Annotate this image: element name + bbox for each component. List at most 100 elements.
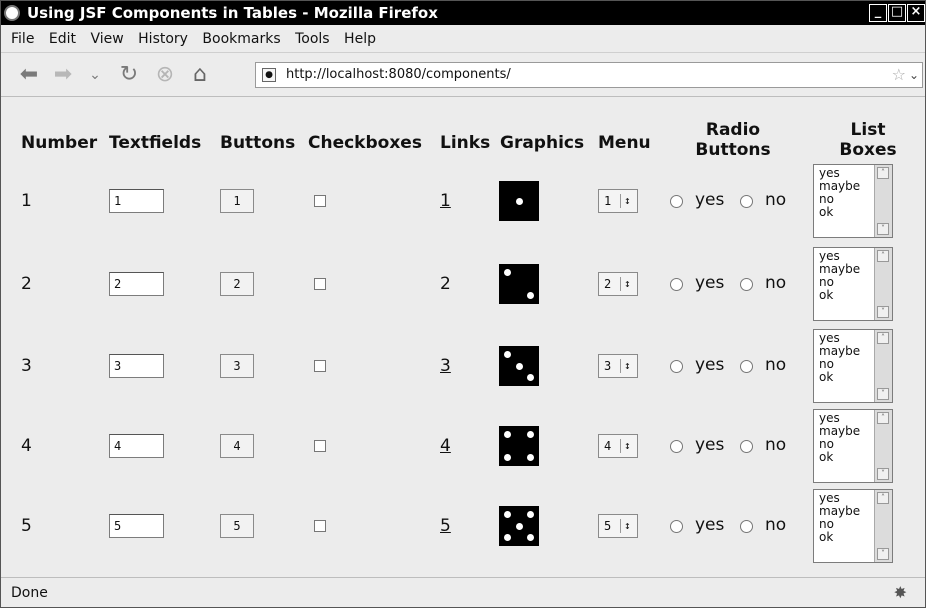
list-box-option[interactable]: ok xyxy=(819,206,860,219)
list-box-scrollbar[interactable]: ˄ ˅ xyxy=(874,330,892,402)
scroll-down-icon[interactable]: ˅ xyxy=(877,548,889,560)
radio-yes[interactable] xyxy=(670,520,683,533)
dice-pip xyxy=(526,373,534,381)
radio-yes[interactable] xyxy=(670,360,683,373)
back-icon[interactable]: ⬅ xyxy=(17,63,41,87)
menu-select-value: 1 xyxy=(604,194,612,208)
dice-pip xyxy=(526,291,534,299)
textfield-input[interactable]: 4 xyxy=(109,434,164,458)
table-button[interactable]: 2 xyxy=(220,272,254,296)
url-bar[interactable]: ● http://localhost:8080/components/ ☆ ⌄ xyxy=(255,62,923,88)
table-button[interactable]: 4 xyxy=(220,434,254,458)
radio-yes[interactable] xyxy=(670,195,683,208)
dice-pip xyxy=(504,533,512,541)
list-box[interactable]: yes maybe no ok ˄ ˅ xyxy=(813,489,893,563)
list-box-option[interactable]: ok xyxy=(819,371,860,384)
textfield-input[interactable]: 3 xyxy=(109,354,164,378)
menu-help[interactable]: Help xyxy=(344,25,376,53)
list-box-scrollbar[interactable]: ˄ ˅ xyxy=(874,410,892,482)
dice-pip xyxy=(526,453,534,461)
menu-select[interactable]: 4 ↕ xyxy=(598,434,638,458)
spinner-icon: ↕ xyxy=(624,194,631,207)
list-box-option[interactable]: ok xyxy=(819,289,860,302)
list-box-options: yes maybe no ok xyxy=(819,492,860,544)
menu-history[interactable]: History xyxy=(138,25,188,53)
scroll-up-icon[interactable]: ˄ xyxy=(877,250,889,262)
radio-no[interactable] xyxy=(740,278,753,291)
navigation-toolbar: ⬅ ➡ ⌄ ↻ ⊗ ⌂ ● http://localhost:8080/comp… xyxy=(1,53,925,97)
header-graphics: Graphics xyxy=(500,133,585,153)
radio-no-label: no xyxy=(765,515,787,535)
reload-icon[interactable]: ↻ xyxy=(117,63,141,87)
radio-no[interactable] xyxy=(740,360,753,373)
maximize-icon[interactable]: □ xyxy=(888,4,906,22)
scroll-up-icon[interactable]: ˄ xyxy=(877,332,889,344)
list-box-scrollbar[interactable]: ˄ ˅ xyxy=(874,248,892,320)
radio-yes-label: yes xyxy=(695,355,725,375)
table-link[interactable]: 3 xyxy=(440,356,451,376)
scroll-up-icon[interactable]: ˄ xyxy=(877,412,889,424)
menu-select[interactable]: 1 ↕ xyxy=(598,189,638,213)
table-button[interactable]: 1 xyxy=(220,189,254,213)
menu-select-value: 2 xyxy=(604,277,612,291)
table-link[interactable]: 4 xyxy=(440,436,451,456)
dice-pip xyxy=(504,269,512,277)
home-icon[interactable]: ⌂ xyxy=(188,63,212,87)
menu-edit[interactable]: Edit xyxy=(49,25,76,53)
row-number: 4 xyxy=(21,436,32,456)
menu-select-value: 5 xyxy=(604,519,612,533)
list-box[interactable]: yes maybe no ok ˄ ˅ xyxy=(813,164,893,238)
header-buttons: Buttons xyxy=(220,133,296,153)
list-box-scrollbar[interactable]: ˄ ˅ xyxy=(874,490,892,562)
scroll-up-icon[interactable]: ˄ xyxy=(877,167,889,179)
bookmark-star-icon[interactable]: ☆ xyxy=(892,63,906,87)
textfield-input[interactable]: 5 xyxy=(109,514,164,538)
header-textfields: Textfields xyxy=(109,133,202,153)
scroll-down-icon[interactable]: ˅ xyxy=(877,223,889,235)
textfield-input[interactable]: 2 xyxy=(109,272,164,296)
radio-no[interactable] xyxy=(740,195,753,208)
radio-yes[interactable] xyxy=(670,278,683,291)
checkbox[interactable] xyxy=(314,195,326,207)
radio-no[interactable] xyxy=(740,520,753,533)
menu-view[interactable]: View xyxy=(90,25,123,53)
menu-select[interactable]: 5 ↕ xyxy=(598,514,638,538)
scroll-up-icon[interactable]: ˄ xyxy=(877,492,889,504)
radio-no[interactable] xyxy=(740,440,753,453)
checkbox[interactable] xyxy=(314,440,326,452)
menu-bookmarks[interactable]: Bookmarks xyxy=(202,25,280,53)
textfield-input[interactable]: 1 xyxy=(109,189,164,213)
menu-select[interactable]: 3 ↕ xyxy=(598,354,638,378)
table-link[interactable]: 1 xyxy=(440,191,451,211)
checkbox[interactable] xyxy=(314,360,326,372)
scroll-down-icon[interactable]: ˅ xyxy=(877,388,889,400)
menu-select-value: 3 xyxy=(604,359,612,373)
table-button[interactable]: 5 xyxy=(220,514,254,538)
list-box[interactable]: yes maybe no ok ˄ ˅ xyxy=(813,247,893,321)
radio-yes[interactable] xyxy=(670,440,683,453)
menu-tools[interactable]: Tools xyxy=(295,25,330,53)
history-dropdown-icon[interactable]: ⌄ xyxy=(83,63,107,87)
menu-file[interactable]: File xyxy=(11,25,34,53)
forward-icon[interactable]: ➡ xyxy=(51,63,75,87)
list-box-option[interactable]: ok xyxy=(819,451,860,464)
checkbox[interactable] xyxy=(314,520,326,532)
menu-select[interactable]: 2 ↕ xyxy=(598,272,638,296)
scroll-down-icon[interactable]: ˅ xyxy=(877,468,889,480)
list-box-option[interactable]: ok xyxy=(819,531,860,544)
row-number: 5 xyxy=(21,516,32,536)
table-link[interactable]: 2 xyxy=(440,274,451,294)
list-box-scrollbar[interactable]: ˄ ˅ xyxy=(874,165,892,237)
list-box[interactable]: yes maybe no ok ˄ ˅ xyxy=(813,409,893,483)
list-box[interactable]: yes maybe no ok ˄ ˅ xyxy=(813,329,893,403)
table-button[interactable]: 3 xyxy=(220,354,254,378)
checkbox[interactable] xyxy=(314,278,326,290)
table-link[interactable]: 5 xyxy=(440,516,451,536)
close-icon[interactable]: × xyxy=(907,4,925,22)
page-content: Number Textfields Buttons Checkboxes Lin… xyxy=(1,98,925,576)
radio-yes-label: yes xyxy=(695,273,725,293)
stop-icon[interactable]: ⊗ xyxy=(153,63,177,87)
scroll-down-icon[interactable]: ˅ xyxy=(877,306,889,318)
minimize-icon[interactable]: _ xyxy=(869,4,887,22)
url-dropdown-icon[interactable]: ⌄ xyxy=(909,63,919,87)
